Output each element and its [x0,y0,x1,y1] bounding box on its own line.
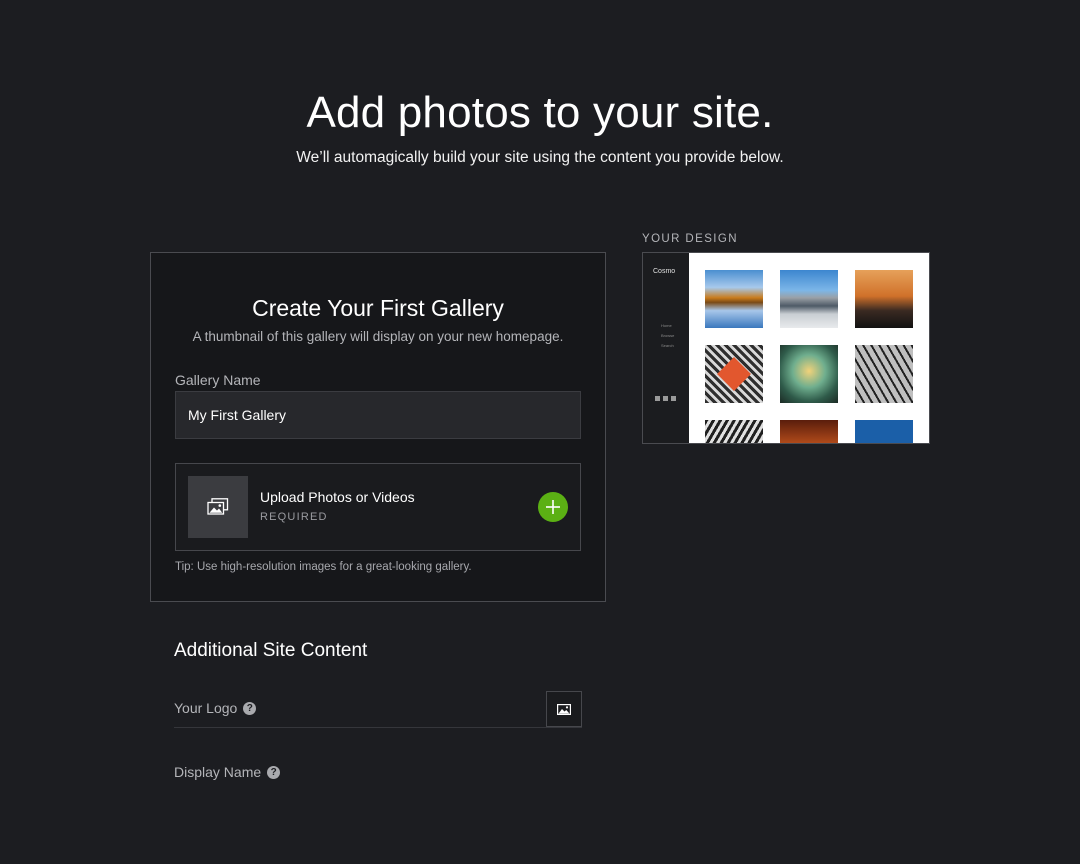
add-media-button[interactable] [538,492,568,522]
preview-photo [780,420,838,443]
page: Add photos to your site. We’ll automagic… [0,0,1080,864]
preview-photo [780,345,838,403]
preview-nav-item: Browse [661,333,675,338]
preview-photo [705,270,763,328]
preview-photo [705,420,763,443]
display-name-label: Display Name [174,764,262,780]
divider [174,727,582,728]
page-title: Add photos to your site. [306,88,774,137]
image-icon [557,703,571,715]
page-subtitle: We’ll automagically build your site usin… [296,149,784,166]
design-preview[interactable]: Cosmo Home Browse Search [642,252,930,444]
logo-label: Your Logo [174,700,238,716]
create-gallery-card: Create Your First Gallery A thumbnail of… [150,252,606,602]
upload-title: Upload Photos or Videos [260,489,415,505]
logo-row: Your Logo ? [174,700,257,716]
upload-dropzone[interactable]: Upload Photos or Videos REQUIRED [175,463,581,551]
preview-photo [705,345,763,403]
card-subtitle: A thumbnail of this gallery will display… [192,329,564,344]
preview-photo [855,270,913,328]
upload-required-badge: REQUIRED [260,511,328,523]
upload-logo-button[interactable] [546,691,582,727]
preview-social-icons [655,396,676,401]
preview-nav-item: Search [661,343,674,348]
gallery-name-label: Gallery Name [175,372,261,388]
card-title: Create Your First Gallery [252,295,504,321]
preview-nav-item: Home [661,323,672,328]
your-design-label: YOUR DESIGN [642,233,738,245]
upload-tip: Tip: Use high-resolution images for a gr… [175,561,472,573]
gallery-name-input[interactable] [175,391,581,439]
preview-brand: Cosmo [653,268,676,275]
images-icon [207,498,229,515]
upload-thumbnail [188,476,248,538]
display-name-row[interactable]: Display Name ? [174,764,281,780]
preview-photo [855,345,913,403]
preview-sidebar: Cosmo Home Browse Search [643,253,689,443]
preview-photo [855,420,913,443]
additional-content-title: Additional Site Content [174,640,368,661]
plus-icon [546,500,560,514]
preview-photo [780,270,838,328]
help-icon[interactable]: ? [267,765,281,779]
help-icon[interactable]: ? [243,701,257,715]
